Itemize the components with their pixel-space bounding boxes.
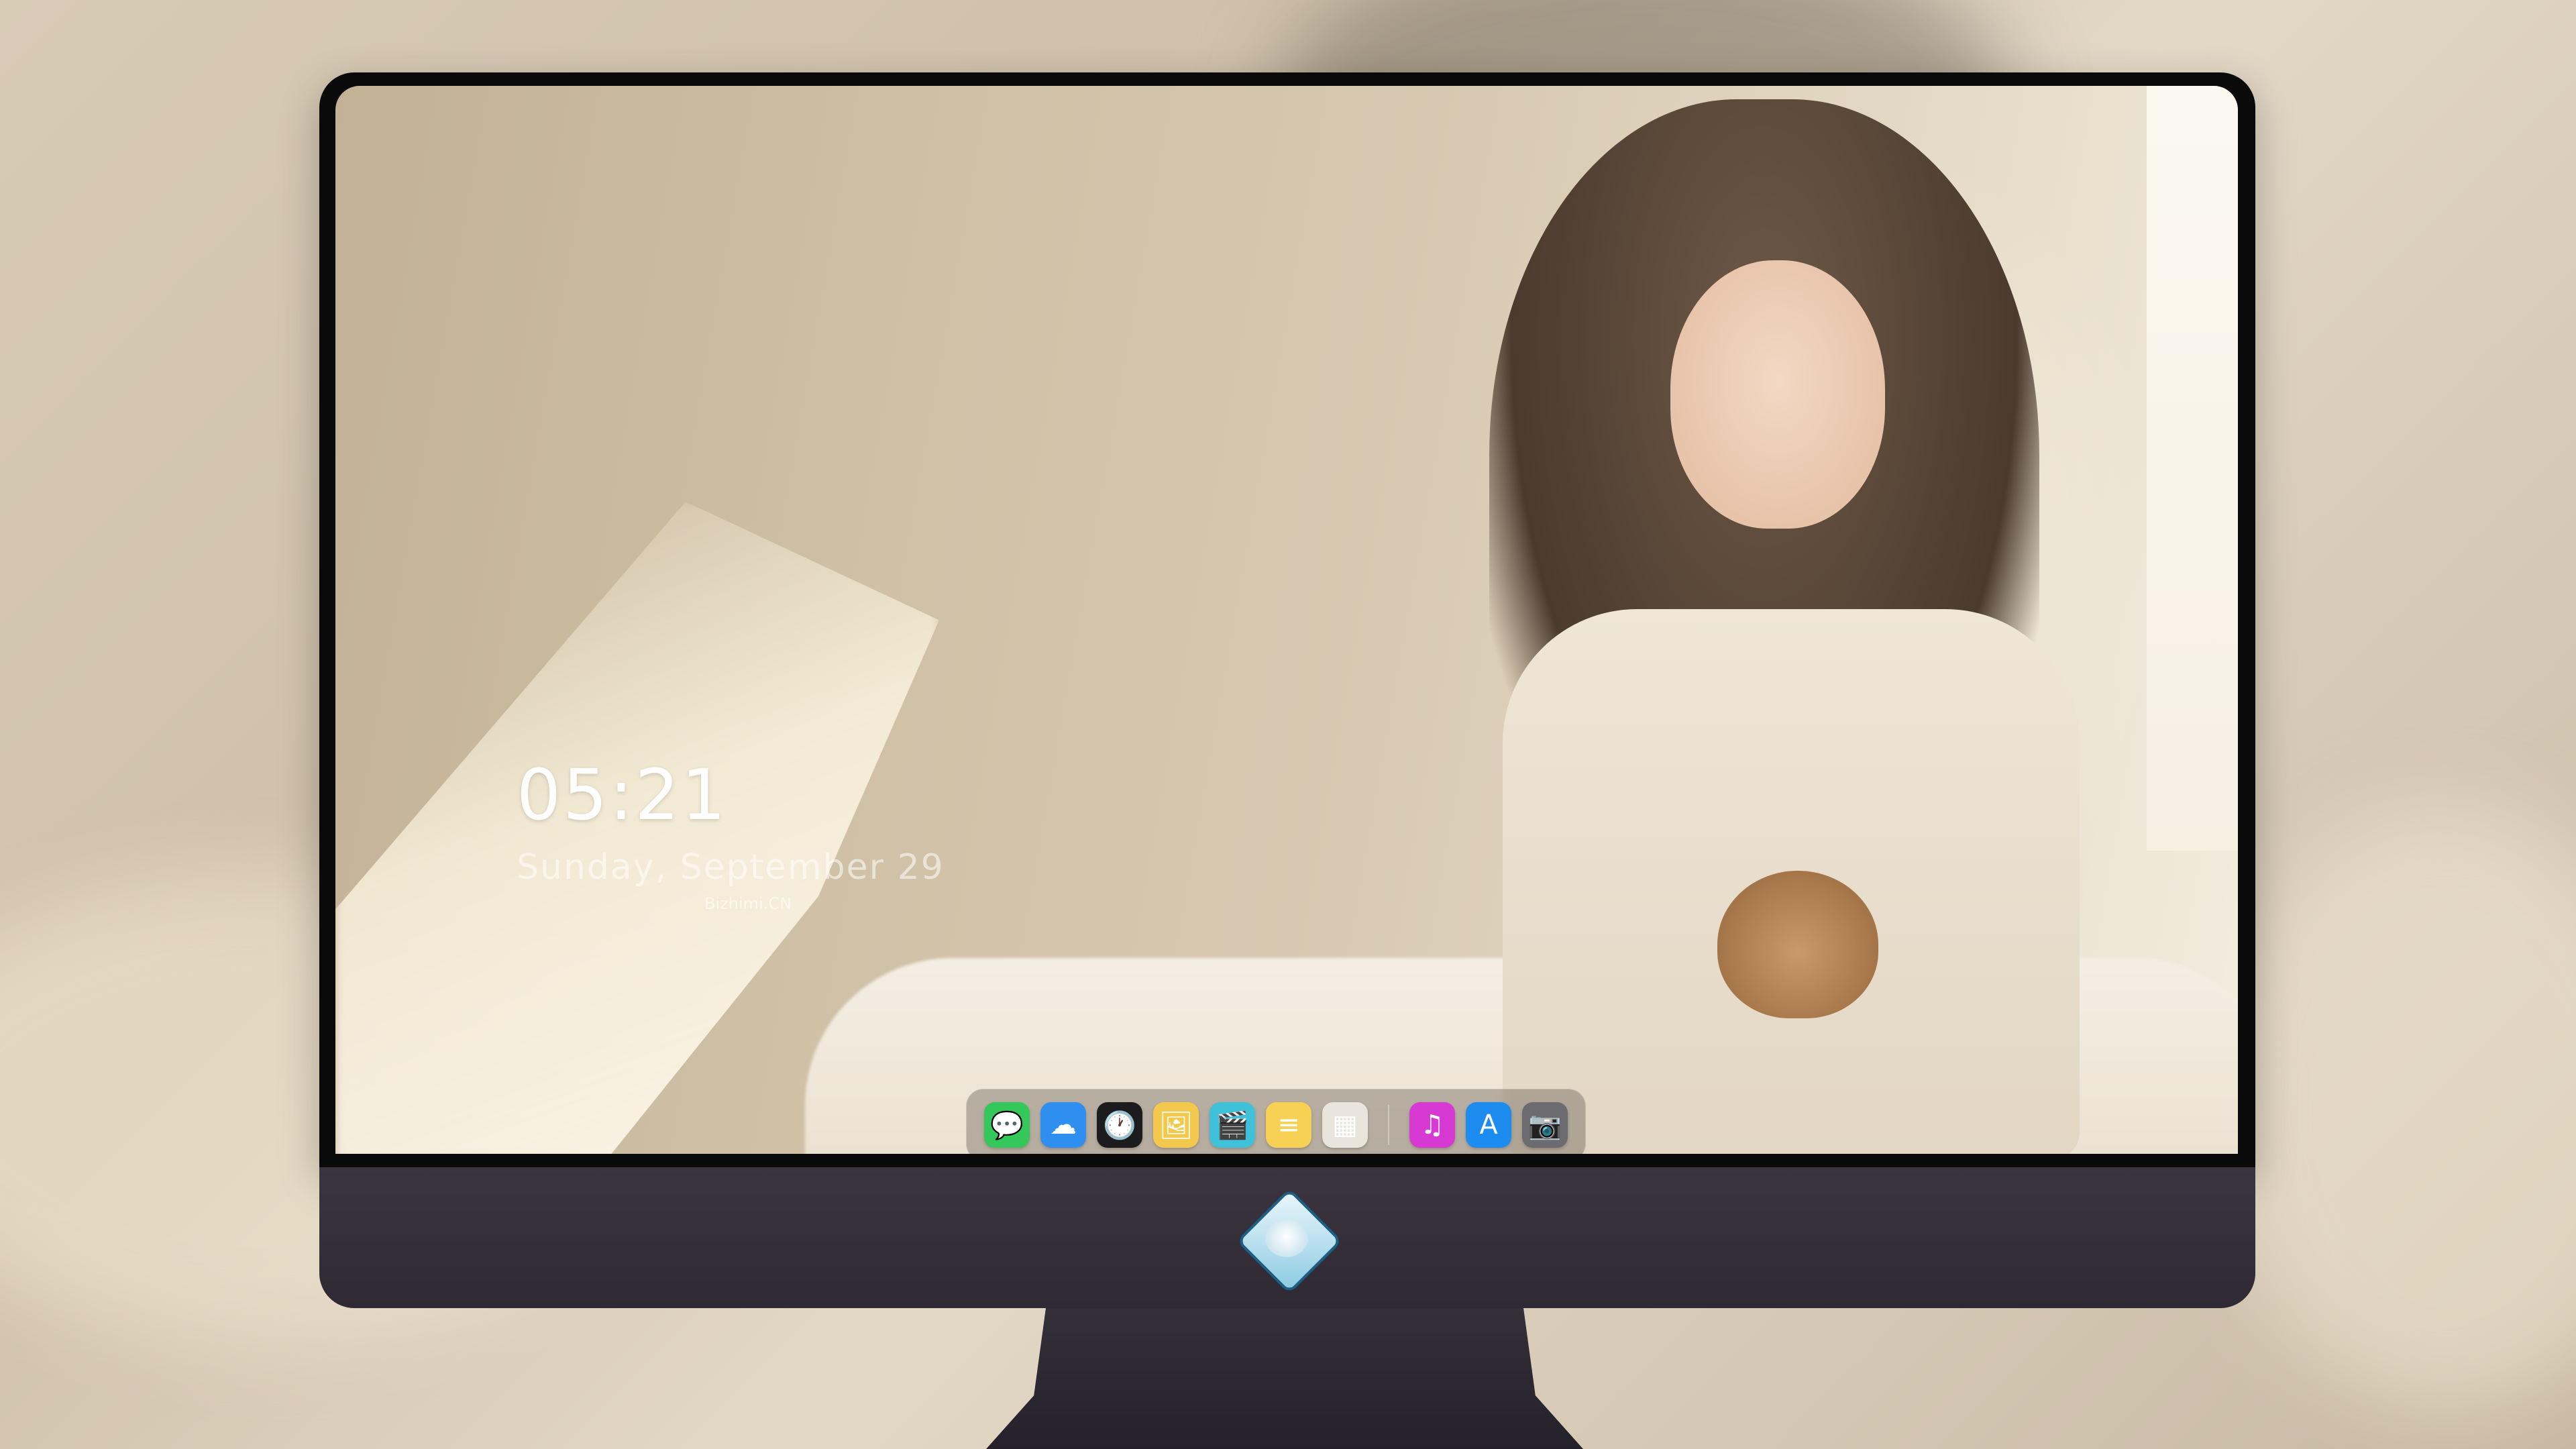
clock-widget: 05:21 Sunday, September 29 Bizhimi.CN <box>517 760 945 913</box>
desktop-scene: 05:21 Sunday, September 29 Bizhimi.CN 💬 ☁… <box>0 0 2576 1449</box>
brand-logo-mascot-icon <box>1265 1220 1308 1257</box>
clock-date: Sunday, September 29 <box>517 847 945 888</box>
dock: 💬 ☁ 🕐 🖼 🎬 ≡ ▦ ♫ A 📷 <box>966 1089 1586 1154</box>
weather-icon[interactable]: ☁ <box>1040 1102 1086 1148</box>
photos-icon[interactable]: ▦ <box>1322 1102 1368 1148</box>
clock-time: 05:21 <box>517 754 728 836</box>
clips-icon[interactable]: 🎬 <box>1210 1102 1255 1148</box>
monitor-stand <box>986 1308 1583 1449</box>
wallpaper-window-light <box>2147 86 2238 851</box>
lock-screen: 05:21 Sunday, September 29 Bizhimi.CN 💬 ☁… <box>335 86 2238 1154</box>
notes-icon[interactable]: ≡ <box>1266 1102 1311 1148</box>
camera-icon[interactable]: 📷 <box>1522 1102 1568 1148</box>
music-icon[interactable]: ♫ <box>1409 1102 1455 1148</box>
app-store-icon[interactable]: A <box>1466 1102 1511 1148</box>
monitor-bezel: 05:21 Sunday, September 29 Bizhimi.CN 💬 ☁… <box>319 72 2255 1167</box>
background-blur <box>2214 805 2576 1409</box>
dock-separator <box>1388 1105 1389 1145</box>
wallpaper-cat-print <box>1717 871 1878 1018</box>
wallpaper-credit: Bizhimi.CN <box>704 894 792 913</box>
monitor-chin <box>319 1167 2255 1308</box>
wallpaper-figure-face <box>1670 260 1885 529</box>
clock-icon[interactable]: 🕐 <box>1097 1102 1142 1148</box>
preview-icon[interactable]: 🖼 <box>1153 1102 1199 1148</box>
messages-icon[interactable]: 💬 <box>984 1102 1030 1148</box>
